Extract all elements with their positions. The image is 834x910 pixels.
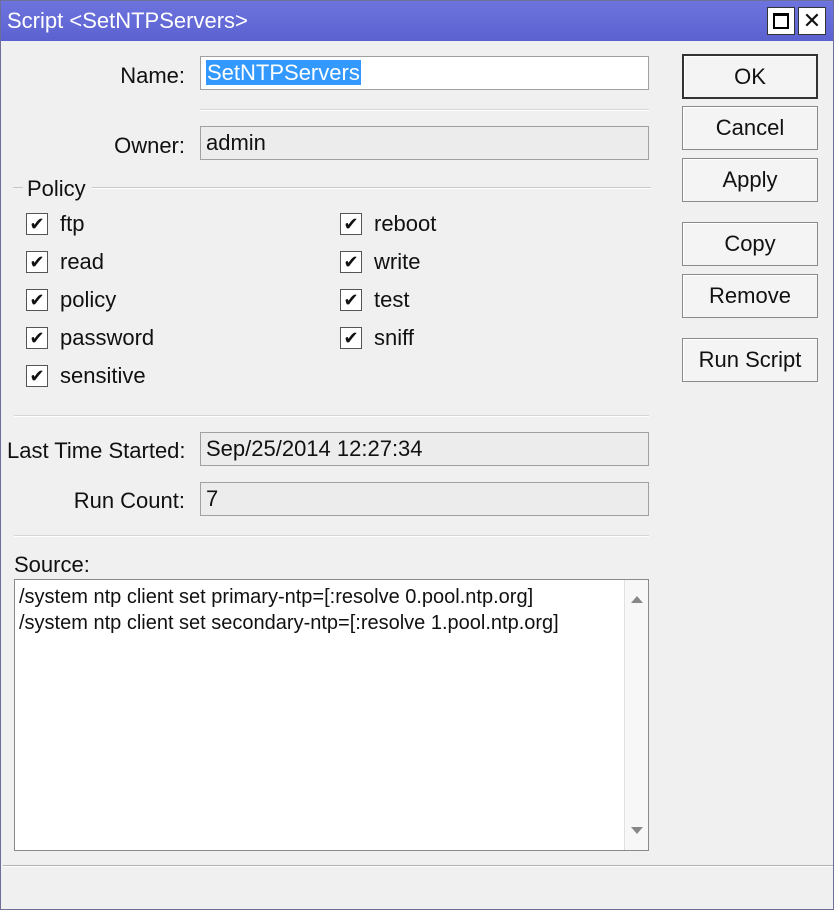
policy-checkbox-write[interactable]: ✔ write — [340, 248, 420, 276]
policy-label: reboot — [374, 211, 437, 236]
status-bar — [3, 865, 833, 909]
policy-label: test — [374, 287, 410, 312]
check-icon: ✔ — [26, 365, 48, 387]
last-started-value: Sep/25/2014 12:27:34 — [206, 436, 423, 461]
run-count-value: 7 — [206, 486, 219, 511]
scroll-down-icon[interactable] — [631, 827, 643, 834]
policy-checkbox-policy[interactable]: ✔ policy — [26, 286, 116, 314]
policy-group-border — [91, 187, 651, 189]
policy-checkbox-test[interactable]: ✔ test — [340, 286, 409, 314]
source-label: Source: — [14, 552, 90, 577]
name-label: Name: — [120, 63, 185, 88]
policy-label: ftp — [60, 211, 85, 236]
name-value: SetNTPServers — [206, 60, 361, 85]
run-count-field[interactable]: 7 — [200, 482, 649, 516]
script-window: Script <SetNTPServers> ✕ Name: SetNTPSer… — [0, 0, 834, 910]
policy-checkbox-read[interactable]: ✔ read — [26, 248, 104, 276]
divider — [14, 535, 649, 537]
title-bar[interactable]: Script <SetNTPServers> ✕ — [1, 1, 833, 41]
last-started-field[interactable]: Sep/25/2014 12:27:34 — [200, 432, 649, 466]
source-scrollbar[interactable] — [624, 580, 648, 850]
close-icon: ✕ — [802, 8, 822, 33]
close-button[interactable]: ✕ — [798, 7, 826, 35]
check-icon: ✔ — [340, 213, 362, 235]
check-icon: ✔ — [26, 289, 48, 311]
copy-button[interactable]: Copy — [682, 222, 818, 266]
ok-button[interactable]: OK — [682, 54, 818, 99]
check-icon: ✔ — [340, 289, 362, 311]
policy-checkbox-ftp[interactable]: ✔ ftp — [26, 210, 84, 238]
owner-field[interactable]: admin — [200, 126, 649, 160]
maximize-button[interactable] — [767, 7, 795, 35]
check-icon: ✔ — [340, 327, 362, 349]
divider — [14, 415, 649, 417]
check-icon: ✔ — [340, 251, 362, 273]
scroll-up-icon[interactable] — [631, 596, 643, 603]
policy-label: sniff — [374, 325, 414, 350]
policy-title: Policy — [27, 176, 92, 202]
source-text: /system ntp client set primary-ntp=[:res… — [19, 586, 559, 634]
owner-value: admin — [206, 130, 266, 155]
policy-label: sensitive — [60, 363, 146, 388]
policy-group-border — [13, 187, 23, 188]
window-title: Script <SetNTPServers> — [7, 8, 248, 33]
policy-checkbox-sniff[interactable]: ✔ sniff — [340, 324, 414, 352]
apply-button[interactable]: Apply — [682, 158, 818, 202]
divider — [200, 109, 649, 111]
run-count-label: Run Count: — [73, 488, 185, 513]
policy-label: read — [60, 249, 105, 274]
policy-label: policy — [60, 287, 117, 312]
check-icon: ✔ — [26, 213, 48, 235]
policy-checkbox-password[interactable]: ✔ password — [26, 324, 154, 352]
policy-label: password — [60, 325, 155, 350]
policy-label: write — [374, 249, 421, 274]
owner-label: Owner: — [114, 133, 185, 158]
last-started-label: Last Time Started: — [7, 438, 186, 463]
cancel-button[interactable]: Cancel — [682, 106, 818, 150]
check-icon: ✔ — [26, 251, 48, 273]
remove-button[interactable]: Remove — [682, 274, 818, 318]
run-script-button[interactable]: Run Script — [682, 338, 818, 382]
policy-checkbox-reboot[interactable]: ✔ reboot — [340, 210, 436, 238]
source-editor[interactable]: /system ntp client set primary-ntp=[:res… — [14, 579, 649, 851]
check-icon: ✔ — [26, 327, 48, 349]
policy-checkbox-sensitive[interactable]: ✔ sensitive — [26, 362, 146, 390]
maximize-icon — [773, 13, 789, 29]
name-field[interactable]: SetNTPServers — [200, 56, 649, 90]
